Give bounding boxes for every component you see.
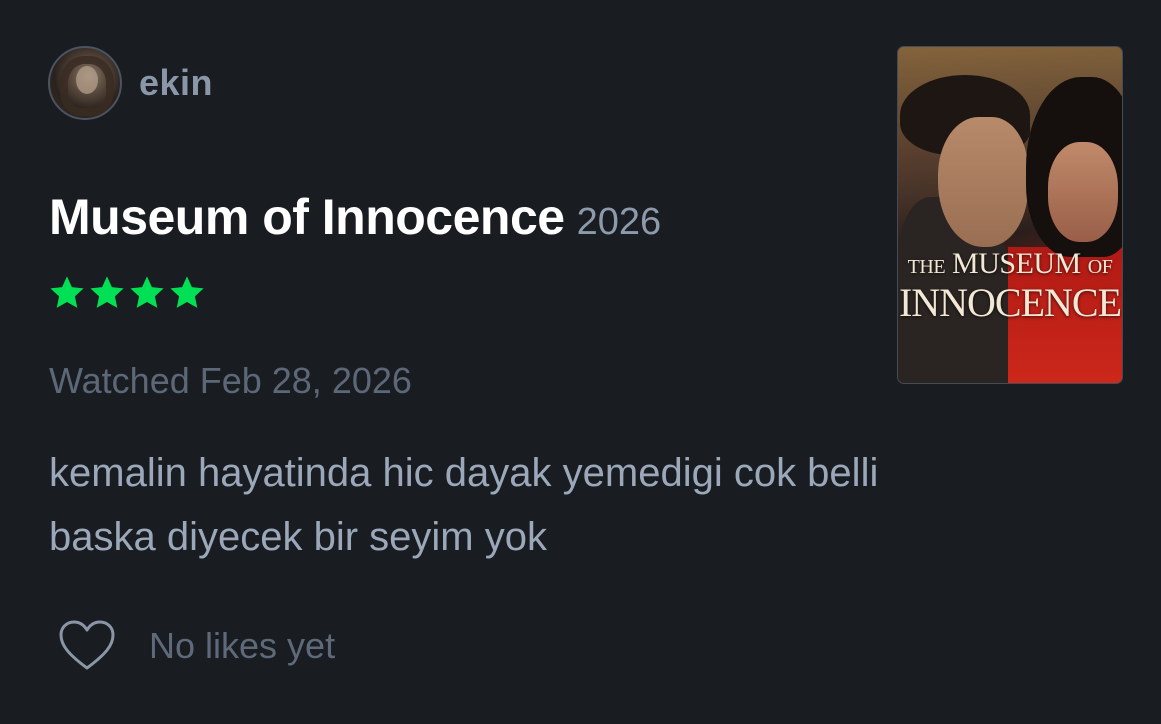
poster-title-line: INNOCENCE xyxy=(898,280,1122,325)
poster-title-line: THE MUSEUM OF xyxy=(907,247,1113,280)
poster-figure-face xyxy=(938,117,1028,247)
watched-date: Watched Feb 28, 2026 xyxy=(49,360,412,401)
film-year[interactable]: 2026 xyxy=(577,201,662,244)
star-icon xyxy=(50,276,84,308)
star-icon xyxy=(90,276,124,308)
review-header: ekin xyxy=(48,46,213,120)
review-line: kemalin hayatinda hic dayak yemedigi cok… xyxy=(49,451,879,495)
review-card: ekin Museum of Innocence 2026 Watched Fe… xyxy=(0,0,1161,724)
username[interactable]: ekin xyxy=(139,62,213,104)
likes-label: No likes yet xyxy=(149,625,336,666)
avatar[interactable] xyxy=(48,46,122,120)
film-poster[interactable]: THE MUSEUM OF INNOCENCE xyxy=(897,46,1123,384)
star-icon xyxy=(170,276,204,308)
review-text: kemalin hayatinda hic dayak yemedigi cok… xyxy=(49,441,879,569)
film-title[interactable]: Museum of Innocence xyxy=(49,188,565,246)
avatar-face xyxy=(76,66,98,94)
likes-row: No likes yet xyxy=(58,620,335,672)
film-title-row: Museum of Innocence 2026 xyxy=(49,188,661,246)
star-rating xyxy=(48,274,206,312)
star-icon xyxy=(130,276,164,308)
review-line: baska diyecek bir seyim yok xyxy=(49,515,547,559)
heart-icon[interactable] xyxy=(58,620,116,672)
poster-figure-face xyxy=(1048,142,1118,242)
